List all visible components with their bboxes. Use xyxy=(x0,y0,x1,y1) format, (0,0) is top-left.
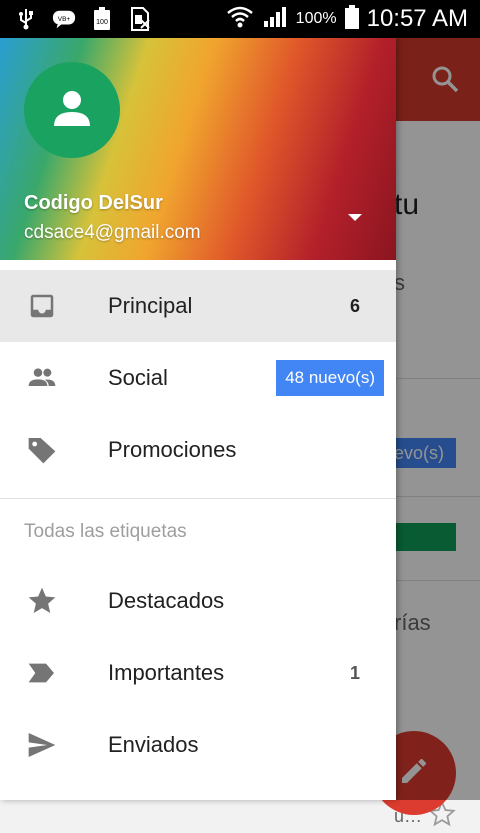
status-bar: VB+ 100 100% 10:57 AM xyxy=(0,0,480,38)
no-sim-icon xyxy=(128,7,152,31)
drawer-item-label: Promociones xyxy=(108,437,237,462)
inbox-icon xyxy=(24,288,60,324)
drawer-item-partial[interactable] xyxy=(0,781,396,800)
important-icon xyxy=(24,655,60,691)
drawer-item-principal[interactable]: Principal 6 xyxy=(0,270,396,342)
drawer-item-social[interactable]: Social 48 nuevo(s) xyxy=(0,342,396,414)
unread-count: 1 xyxy=(349,662,360,683)
drawer-item-importantes[interactable]: Importantes 1 xyxy=(0,637,396,709)
drawer-menu: Principal 6 Social 48 nuevo(s) Promocion… xyxy=(0,270,396,800)
svg-text:100: 100 xyxy=(96,19,108,26)
voicemail-icon: VB+ xyxy=(52,7,76,31)
drawer-item-enviados[interactable]: Enviados xyxy=(0,709,396,781)
star-icon xyxy=(24,583,60,619)
send-icon xyxy=(24,727,60,763)
drawer-item-promociones[interactable]: Promociones xyxy=(0,414,396,486)
drawer-item-label: Social xyxy=(108,365,168,390)
svg-text:VB+: VB+ xyxy=(58,16,71,23)
battery-small-icon: 100 xyxy=(90,7,114,31)
clock: 10:57 AM xyxy=(366,5,468,32)
account-dropdown-icon[interactable] xyxy=(348,214,362,221)
account-name: Codigo DelSur xyxy=(24,192,163,214)
tag-icon xyxy=(24,432,60,468)
signal-icon xyxy=(262,5,288,34)
drawer-item-label: Enviados xyxy=(108,732,199,757)
battery-icon xyxy=(344,4,359,34)
unread-count: 6 xyxy=(349,295,360,316)
drawer-item-label: Principal xyxy=(108,293,193,318)
wifi-icon xyxy=(226,5,254,34)
battery-percent: 100% xyxy=(295,10,337,27)
navigation-drawer: Codigo DelSur cdsace4@gmail.com Principa… xyxy=(0,38,396,800)
account-header[interactable]: Codigo DelSur cdsace4@gmail.com xyxy=(0,38,396,260)
new-badge: 48 nuevo(s) xyxy=(276,360,384,396)
section-header: Todas las etiquetas xyxy=(24,521,187,542)
drawer-item-label: Destacados xyxy=(108,588,225,613)
person-icon xyxy=(48,84,96,137)
people-icon xyxy=(24,360,60,396)
usb-icon xyxy=(14,7,38,31)
avatar[interactable] xyxy=(24,62,120,158)
drawer-item-label: Importantes xyxy=(108,660,225,685)
drawer-item-destacados[interactable]: Destacados xyxy=(0,565,396,637)
account-email: cdsace4@gmail.com xyxy=(24,222,201,243)
